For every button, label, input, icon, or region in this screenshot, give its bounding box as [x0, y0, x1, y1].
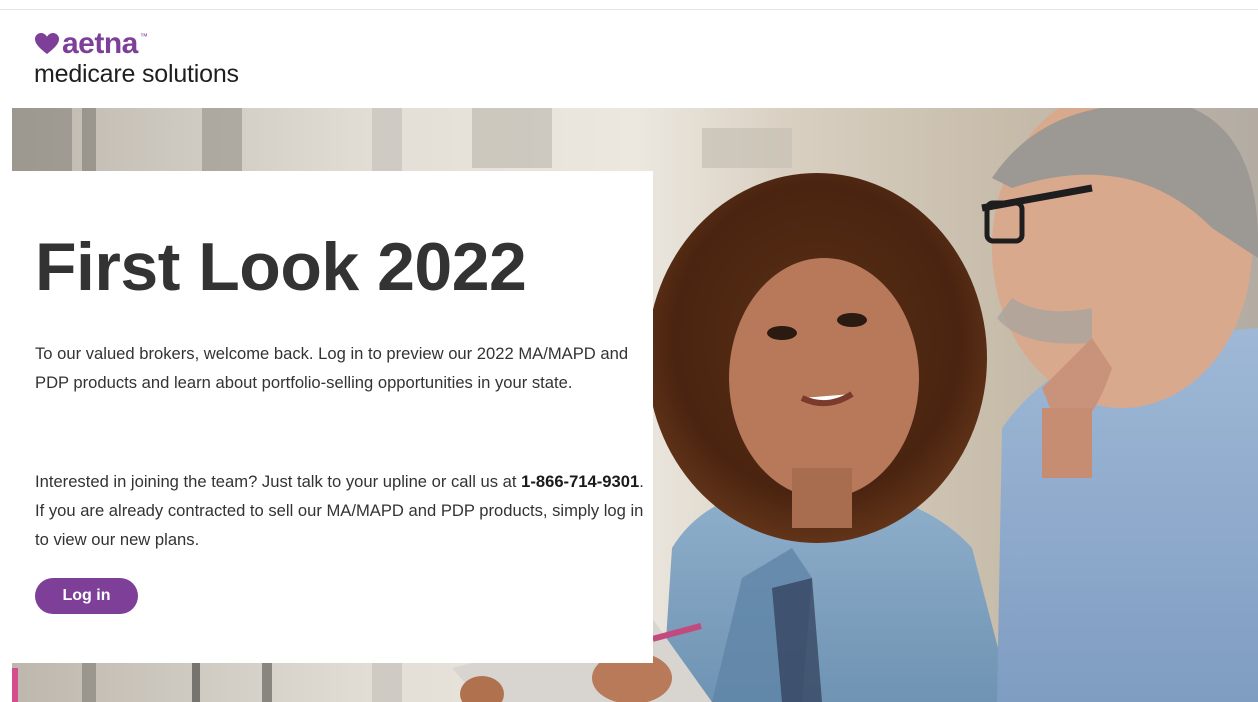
join-paragraph: Interested in joining the team? Just tal…	[35, 467, 645, 554]
join-text-before: Interested in joining the team? Just tal…	[35, 472, 522, 491]
logo-subtitle: medicare solutions	[34, 60, 239, 88]
logo-trademark: ™	[139, 32, 148, 41]
top-divider	[0, 9, 1258, 10]
intro-paragraph: To our valued brokers, welcome back. Log…	[35, 344, 629, 392]
page: aetna ™ medicare solutions First Look 20…	[0, 0, 1258, 702]
logo-brand-row: aetna ™	[34, 27, 294, 60]
login-button[interactable]: Log in	[35, 578, 138, 614]
intro-card: First Look 2022 To our valued brokers, w…	[12, 171, 653, 663]
page-title: First Look 2022	[35, 229, 527, 305]
phone-number: 1-866-714-9301	[521, 472, 640, 491]
heart-icon	[35, 33, 59, 54]
logo-brand-text: aetna	[62, 27, 138, 60]
aetna-logo[interactable]: aetna ™ medicare solutions	[34, 27, 294, 92]
